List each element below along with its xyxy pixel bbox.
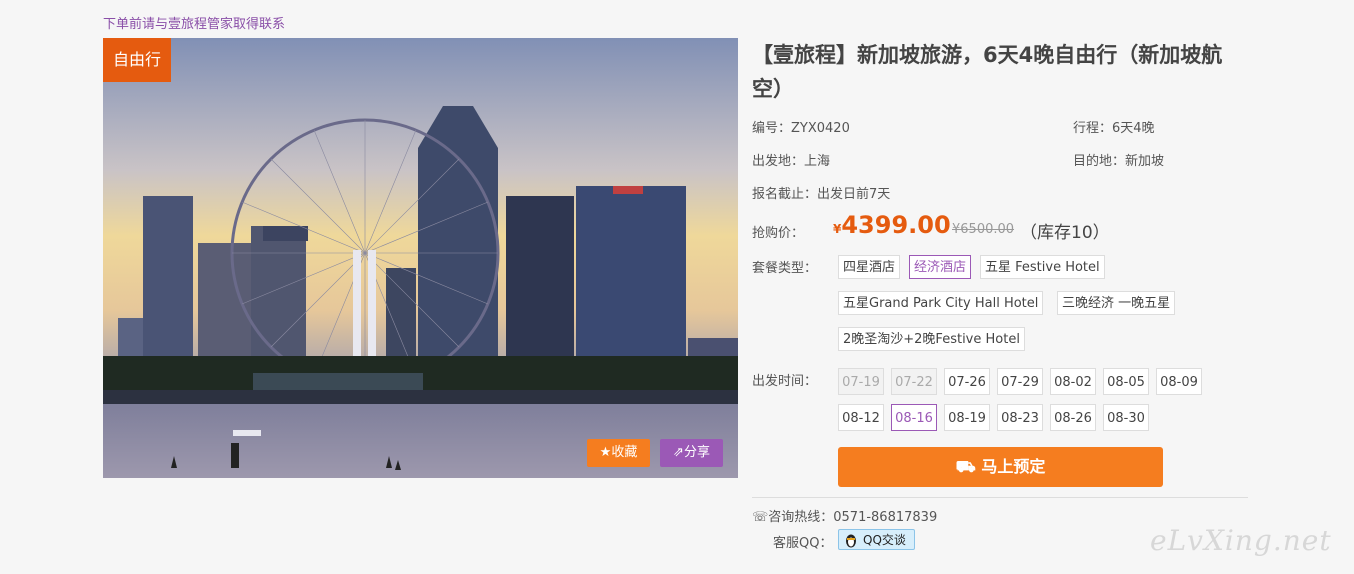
departure-date-label: 出发时间：: [752, 374, 818, 389]
date-option[interactable]: 08-30: [1103, 404, 1149, 431]
package-option[interactable]: 2晚圣淘沙+2晚Festive Hotel: [838, 327, 1025, 351]
divider: [752, 497, 1248, 498]
package-option[interactable]: 五星 Festive Hotel: [980, 255, 1105, 279]
date-option[interactable]: 08-05: [1103, 368, 1149, 395]
original-price: ¥6500.00: [952, 222, 1015, 237]
qq-penguin-icon: [844, 532, 858, 555]
date-option[interactable]: 08-02: [1050, 368, 1096, 395]
hotline: ☏咨询热线：0571-86817839: [752, 506, 937, 525]
date-option[interactable]: 08-23: [997, 404, 1043, 431]
qq-chat-button[interactable]: QQ交谈: [838, 529, 915, 550]
date-option-disabled: 07-22: [891, 368, 937, 395]
sale-price: ¥4399.00: [833, 211, 951, 239]
singapore-skyline-image: [103, 38, 738, 478]
date-option[interactable]: 07-29: [997, 368, 1043, 395]
share-button[interactable]: ⇗分享: [660, 439, 723, 467]
price-value: 4399.00: [841, 211, 951, 239]
date-option[interactable]: 08-12: [838, 404, 884, 431]
qq-chat-label: QQ交谈: [863, 533, 906, 547]
cart-icon: ⛟: [955, 457, 982, 476]
date-option[interactable]: 07-26: [944, 368, 990, 395]
stock-count: （库存10）: [1020, 223, 1110, 243]
signup-deadline: 报名截止：出发日前7天: [752, 187, 891, 202]
date-option[interactable]: 08-09: [1156, 368, 1202, 395]
product-code: 编号：ZYX0420: [752, 121, 850, 136]
date-option-selected[interactable]: 08-16: [891, 404, 937, 431]
book-now-button[interactable]: ⛟ 马上预定: [838, 447, 1163, 487]
share-label: 分享: [683, 445, 710, 460]
qq-label: 客服QQ：: [773, 536, 833, 551]
trip-duration: 行程：6天4晚: [1073, 121, 1155, 136]
phone-icon: ☏: [752, 510, 769, 525]
departure-city: 出发地：上海: [752, 154, 831, 169]
package-option[interactable]: 三晚经济 一晚五星: [1057, 291, 1176, 315]
package-option-selected[interactable]: 经济酒店: [909, 255, 972, 279]
package-option[interactable]: 四星酒店: [838, 255, 901, 279]
date-option[interactable]: 08-26: [1050, 404, 1096, 431]
price-label: 抢购价：: [752, 226, 805, 241]
favorite-label: 收藏: [611, 445, 638, 460]
destination: 目的地：新加坡: [1073, 154, 1165, 169]
share-icon: ⇗: [673, 445, 684, 460]
star-icon: ★: [599, 445, 612, 460]
package-type-label: 套餐类型：: [752, 261, 818, 276]
book-now-label: 马上预定: [981, 457, 1046, 476]
contact-notice: 下单前请与壹旅程管家取得联系: [103, 17, 286, 32]
date-option-disabled: 07-19: [838, 368, 884, 395]
favorite-button[interactable]: ★收藏: [587, 439, 650, 467]
date-option[interactable]: 08-19: [944, 404, 990, 431]
package-option[interactable]: 五星Grand Park City Hall Hotel: [838, 291, 1044, 315]
product-title: 【壹旅程】新加坡旅游，6天4晚自由行（新加坡航空）: [752, 43, 1223, 101]
hotline-text: 咨询热线：0571-86817839: [768, 510, 938, 525]
watermark: eLvXing.net: [1150, 524, 1332, 557]
tour-photo: [103, 38, 738, 478]
free-travel-badge: 自由行: [103, 38, 171, 82]
